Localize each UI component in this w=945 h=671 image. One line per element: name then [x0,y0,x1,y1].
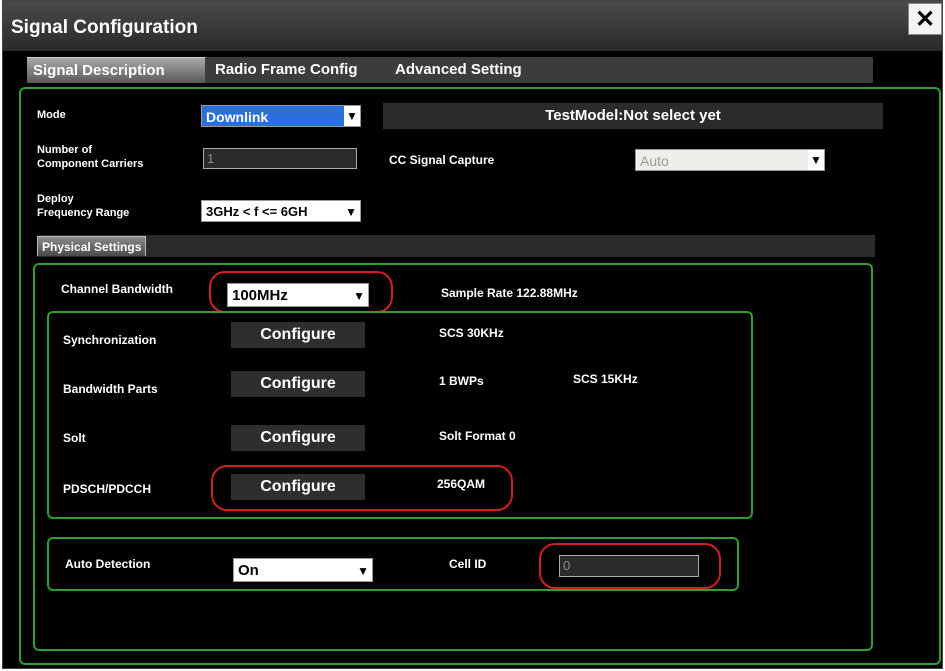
bandwidth-parts-scs: SCS 15KHz [573,372,638,386]
auto-detection-value: On [238,562,259,579]
mode-label: Mode [37,109,66,121]
solt-info: Solt Format 0 [439,429,516,443]
auto-detection-label: Auto Detection [65,557,151,571]
bandwidth-parts-configure-button[interactable]: Configure [231,371,365,397]
solt-configure-button[interactable]: Configure [231,425,365,451]
close-icon[interactable]: ✕ [908,3,942,35]
mode-value: Downlink [206,109,269,125]
bandwidth-parts-label: Bandwidth Parts [63,382,158,396]
test-model-status: TestModel:Not select yet [383,103,883,129]
synchronization-label: Synchronization [63,333,157,347]
channel-bandwidth-label: Channel Bandwidth [61,282,173,296]
bandwidth-parts-info: 1 BWPs [439,374,484,388]
cc-signal-capture-select[interactable]: Auto ▼ [635,149,825,171]
window-title: Signal Configuration [11,17,198,38]
deploy-frequency-select[interactable]: 3GHz < f <= 6GH ▼ [201,200,361,222]
chevron-down-icon: ▼ [353,289,365,303]
tab-advanced-setting[interactable]: Advanced Setting [389,57,565,83]
pdsch-pdcch-info: 256QAM [437,477,486,491]
deploy-frequency-value: 3GHz < f <= 6GH [206,204,308,219]
channel-bandwidth-value: 100MHz [232,287,288,304]
signal-configuration-dialog: Signal Configuration ✕ Signal Descriptio… [2,0,943,669]
cell-id-label: Cell ID [449,557,487,571]
mode-select[interactable]: Downlink ▼ [201,105,361,127]
synchronization-configure-button[interactable]: Configure [231,322,365,348]
deploy-label-line1: Deploy [37,193,74,205]
pdsch-pdcch-configure-button[interactable]: Configure [231,474,365,500]
deploy-label-line2: Frequency Range [37,207,130,219]
num-cc-input[interactable]: 1 [203,148,357,169]
chevron-down-icon: ▼ [357,564,369,578]
cc-signal-capture-value: Auto [640,153,669,169]
solt-label: Solt [63,431,86,445]
cell-id-input[interactable]: 0 [559,555,699,577]
cc-signal-capture-label: CC Signal Capture [389,153,495,167]
tab-signal-description[interactable]: Signal Description [27,57,205,83]
physical-settings-header: Physical Settings [37,235,875,257]
tab-radio-frame-config[interactable]: Radio Frame Config [209,57,385,83]
num-cc-label-line2: Component Carriers [37,158,144,170]
pdsch-pdcch-label: PDSCH/PDCCH [63,482,152,496]
sample-rate-text: Sample Rate 122.88MHz [441,286,578,300]
title-bar: Signal Configuration ✕ [3,1,942,51]
synchronization-info: SCS 30KHz [439,326,504,340]
num-cc-label-line1: Number of [37,144,92,156]
tab-strip: Signal Description Radio Frame Config Ad… [27,57,873,83]
channel-bandwidth-select[interactable]: 100MHz ▼ [227,283,369,307]
chevron-down-icon: ▼ [808,150,824,170]
physical-settings-tab[interactable]: Physical Settings [37,236,147,256]
chevron-down-icon: ▼ [345,205,357,219]
auto-detection-select[interactable]: On ▼ [233,558,373,582]
chevron-down-icon: ▼ [344,106,360,126]
